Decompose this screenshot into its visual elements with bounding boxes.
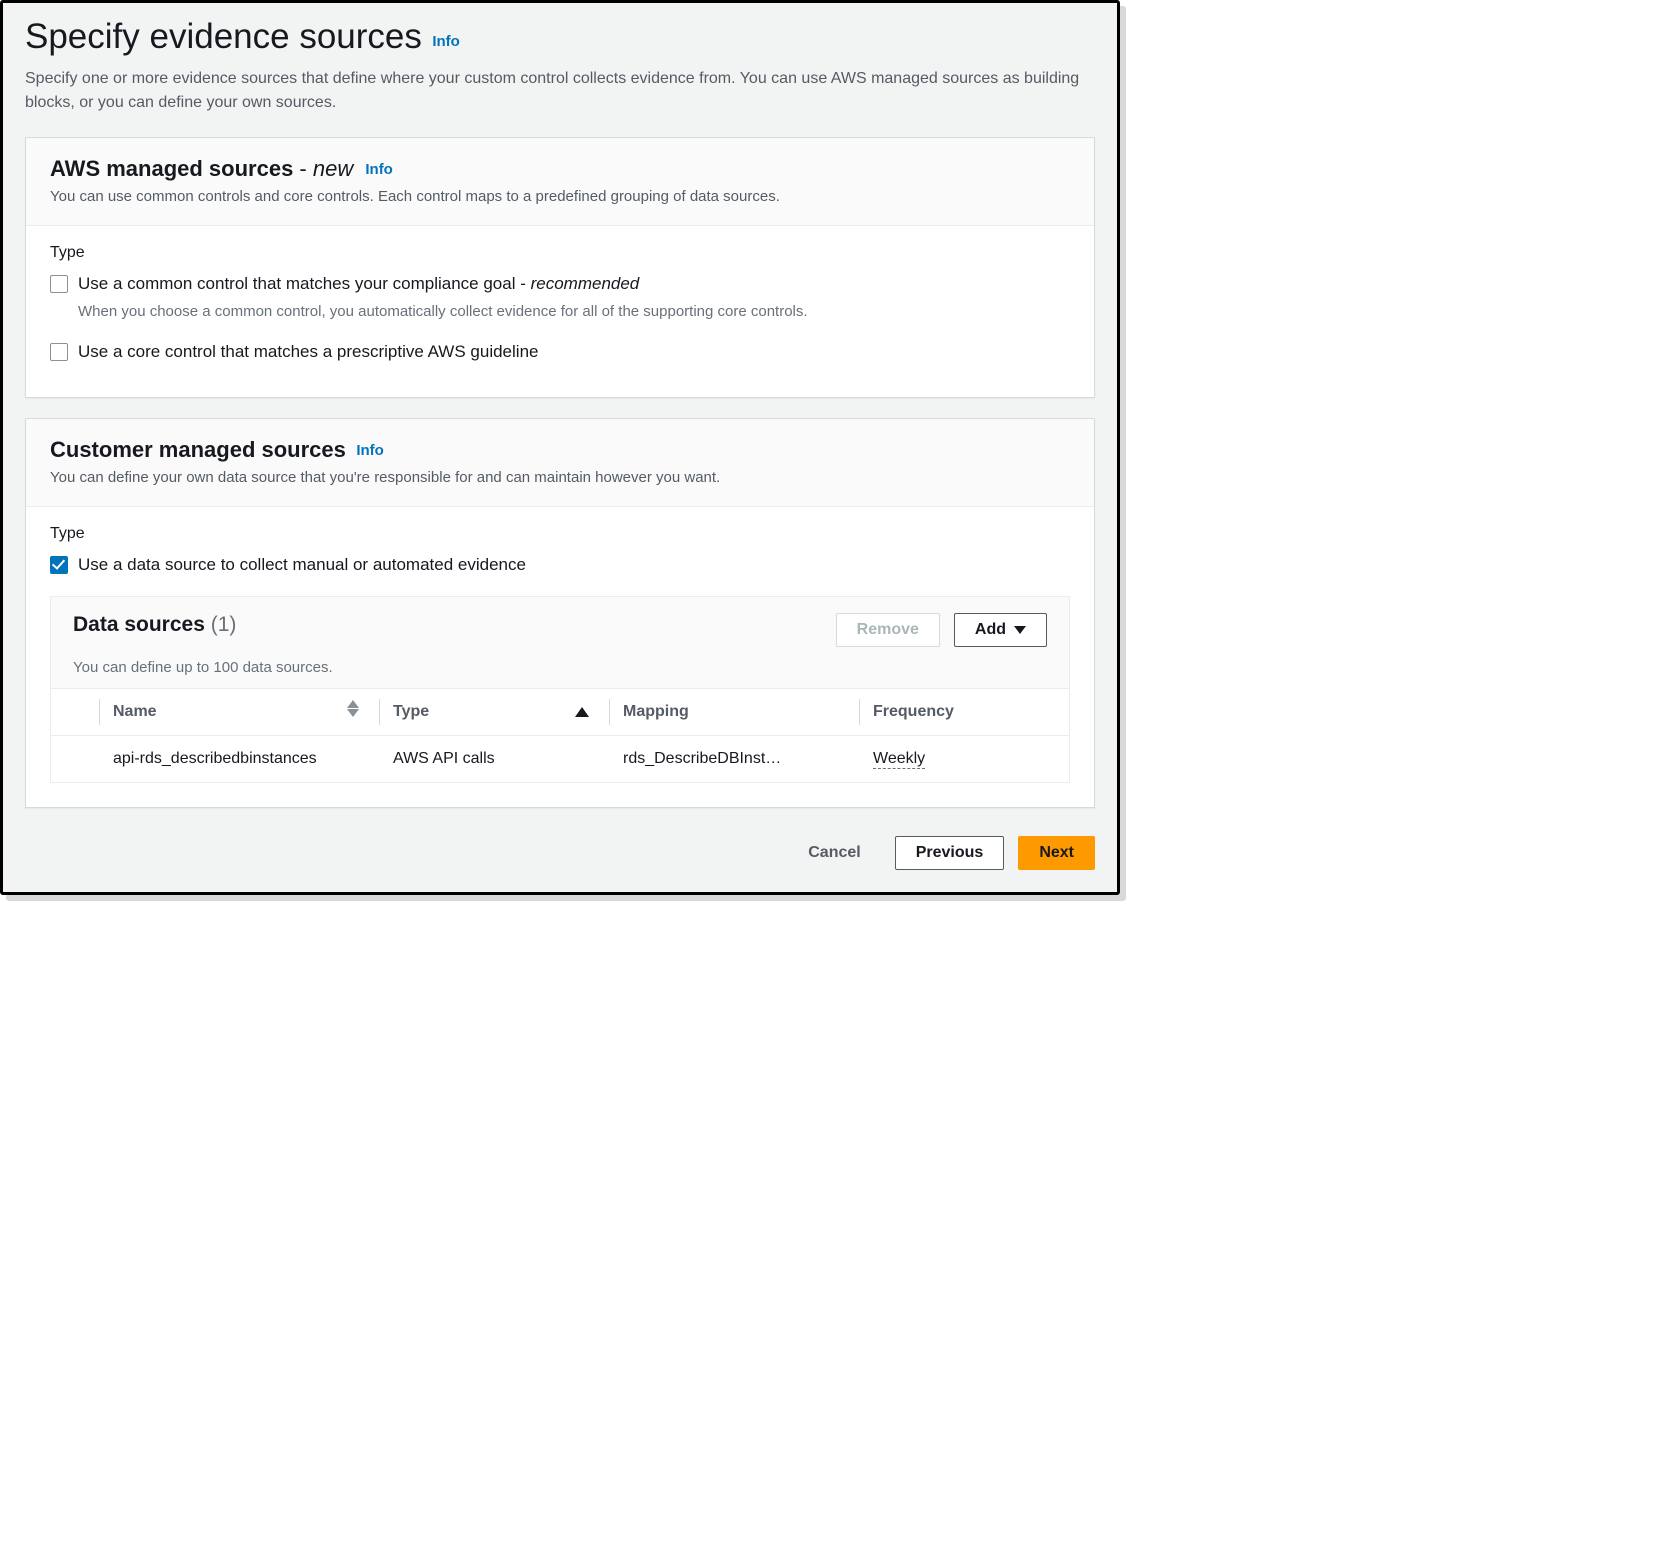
cell-name: api-rds_describedbinstances: [99, 735, 379, 782]
column-mapping[interactable]: Mapping: [609, 688, 859, 735]
checkbox-icon[interactable]: [50, 275, 68, 293]
customer-panel-title: Customer managed sources: [50, 437, 346, 462]
option-common-recommended: recommended: [531, 274, 640, 293]
previous-button[interactable]: Previous: [895, 836, 1005, 870]
aws-panel-title-new: new: [313, 156, 353, 181]
next-button[interactable]: Next: [1018, 836, 1095, 870]
page-header: Specify evidence sources Info Specify on…: [3, 3, 1117, 137]
data-sources-subtext: You can define up to 100 data sources.: [73, 659, 1047, 676]
customer-type-label: Type: [50, 525, 1070, 543]
column-mapping-label: Mapping: [623, 703, 689, 721]
panel-header: Customer managed sources Info You can de…: [26, 419, 1094, 507]
add-button[interactable]: Add: [954, 613, 1047, 647]
option-data-source[interactable]: Use a data source to collect manual or a…: [50, 553, 1070, 578]
caret-down-icon: [1014, 626, 1026, 634]
aws-panel-title-dash: -: [299, 156, 312, 181]
aws-managed-sources-panel: AWS managed sources - new Info You can u…: [25, 137, 1095, 398]
option-core-label: Use a core control that matches a prescr…: [78, 340, 538, 365]
option-common-control[interactable]: Use a common control that matches your c…: [50, 272, 1070, 322]
remove-button[interactable]: Remove: [836, 613, 940, 647]
data-sources-count: (1): [211, 613, 237, 636]
column-frequency[interactable]: Frequency: [859, 688, 1069, 735]
table-row[interactable]: api-rds_describedbinstances AWS API call…: [51, 735, 1069, 782]
page-info-link[interactable]: Info: [432, 33, 460, 50]
column-type-label: Type: [393, 703, 429, 721]
cell-frequency[interactable]: Weekly: [859, 735, 1069, 782]
sort-icon: [347, 709, 359, 717]
checkbox-checked-icon[interactable]: [50, 556, 68, 574]
checkbox-icon[interactable]: [50, 343, 68, 361]
cell-mapping: rds_DescribeDBInst…: [609, 735, 859, 782]
column-type[interactable]: Type: [379, 688, 609, 735]
customer-panel-body: Type Use a data source to collect manual…: [26, 507, 1094, 807]
cancel-button[interactable]: Cancel: [788, 836, 880, 870]
wizard-nav: Cancel Previous Next: [3, 828, 1117, 886]
aws-panel-body: Type Use a common control that matches y…: [26, 226, 1094, 397]
customer-panel-info-link[interactable]: Info: [356, 442, 384, 459]
aws-type-label: Type: [50, 244, 1070, 262]
wizard-step-evidence-sources: Specify evidence sources Info Specify on…: [0, 0, 1120, 895]
column-name[interactable]: Name: [99, 688, 379, 735]
cell-frequency-value: Weekly: [873, 750, 925, 769]
option-common-label: Use a common control that matches your c…: [78, 274, 531, 293]
panel-header: AWS managed sources - new Info You can u…: [26, 138, 1094, 226]
data-sources-table: Name Type: [51, 688, 1069, 782]
next-button-label: Next: [1039, 844, 1074, 862]
aws-panel-title: AWS managed sources - new: [50, 156, 359, 181]
page-description: Specify one or more evidence sources tha…: [25, 67, 1095, 115]
data-sources-title: Data sources: [73, 613, 205, 636]
column-frequency-label: Frequency: [873, 703, 954, 721]
sort-asc-icon: [575, 707, 589, 717]
customer-panel-subtext: You can define your own data source that…: [50, 469, 1070, 486]
aws-panel-info-link[interactable]: Info: [365, 161, 393, 178]
add-button-label: Add: [975, 621, 1006, 639]
customer-managed-sources-panel: Customer managed sources Info You can de…: [25, 418, 1095, 808]
cancel-button-label: Cancel: [808, 844, 860, 862]
option-data-source-label: Use a data source to collect manual or a…: [78, 553, 526, 578]
data-sources-subpanel: Data sources (1) Remove Add: [50, 596, 1070, 783]
option-core-control[interactable]: Use a core control that matches a prescr…: [50, 340, 1070, 365]
aws-panel-subtext: You can use common controls and core con…: [50, 188, 1070, 205]
remove-button-label: Remove: [857, 621, 919, 639]
page-title: Specify evidence sources: [25, 17, 422, 56]
aws-panel-title-main: AWS managed sources: [50, 156, 299, 181]
column-name-label: Name: [113, 703, 157, 721]
previous-button-label: Previous: [916, 844, 984, 862]
option-common-hint: When you choose a common control, you au…: [78, 301, 808, 323]
cell-type: AWS API calls: [379, 735, 609, 782]
